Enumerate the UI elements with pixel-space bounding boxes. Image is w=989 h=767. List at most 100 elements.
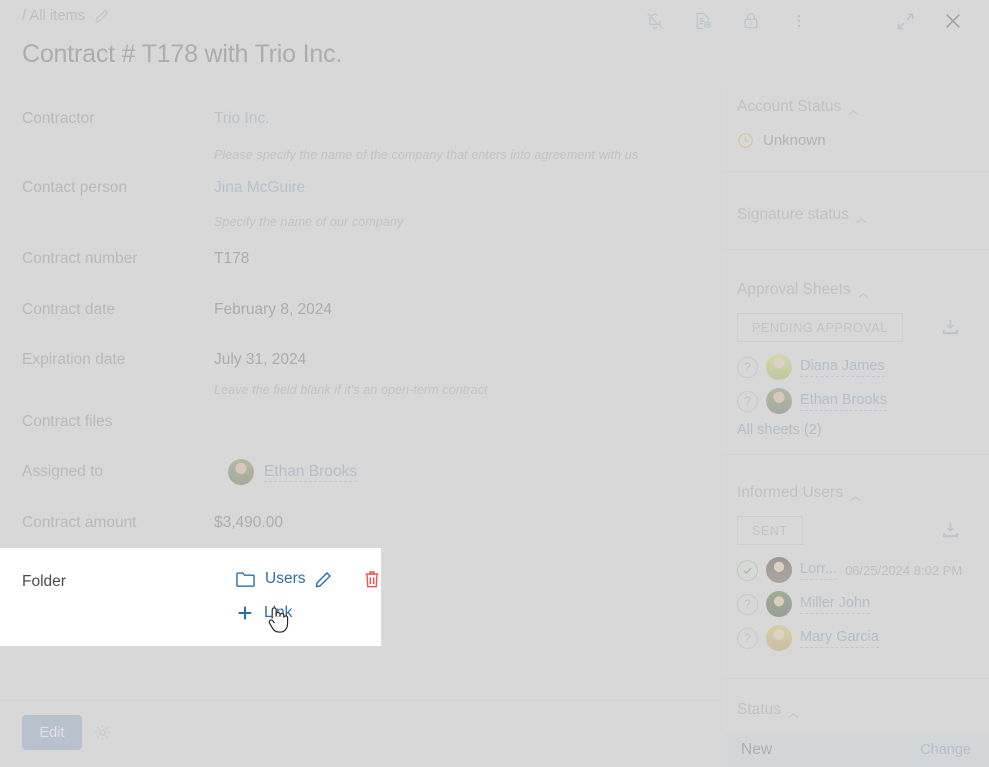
section-divider [723,171,989,172]
header-toolbar [631,4,977,38]
status-bar: New Change [723,733,989,767]
folder-field-popup: Folder Users Link [0,548,381,646]
breadcrumb[interactable]: / All items [22,8,110,24]
sidebar-panel: Account Status Unknown Signature status [723,86,989,767]
account-status-value: Unknown [763,132,826,149]
section-informed-users: Informed Users SENT Lorr... 06/25/2024 8… [723,484,989,651]
section-divider [723,454,989,455]
field-label: Contract date [22,301,116,318]
chevron-up-icon[interactable] [848,104,859,116]
field-hint: Please specify the name of the company t… [214,148,639,162]
field-label: Expiration date [22,351,126,368]
field-row-contract-files: Contract files [0,413,722,431]
avatar [766,388,792,414]
bell-off-icon[interactable] [631,4,679,38]
field-value-expiration-date[interactable]: July 31, 2024 [214,351,488,369]
field-label: Contract files [22,413,113,430]
edit-button[interactable]: Edit [22,715,82,750]
section-status: Status New Change [723,701,989,767]
approval-user-name[interactable]: Diana James [800,357,885,377]
approval-user-row[interactable]: ? Diana James [737,354,989,380]
section-divider [723,249,989,250]
footer-divider [0,700,722,701]
more-vertical-icon[interactable] [775,4,823,38]
section-approval-sheets: Approval Sheets PENDING APPROVAL ? Diana… [723,281,989,439]
clock-icon [737,132,754,149]
breadcrumb-label: / All items [22,8,86,24]
avatar [766,591,792,617]
informed-user-row[interactable]: ? Mary Garcia [737,625,989,651]
lock-icon[interactable] [727,4,775,38]
section-account-status: Account Status Unknown [723,98,989,149]
pencil-icon[interactable] [315,571,332,588]
chevron-up-icon[interactable] [858,287,869,299]
trash-icon[interactable] [364,570,380,588]
question-icon: ? [737,627,758,649]
section-header-status[interactable]: Status [737,701,989,719]
section-header-informed-users[interactable]: Informed Users [737,484,989,502]
avatar [766,557,792,583]
field-label: Contract number [22,250,138,267]
chevron-up-icon[interactable] [856,212,867,224]
field-row-contract-number: Contract number T178 [0,250,722,268]
avatar [766,354,792,380]
field-label: Assigned to [22,463,103,480]
folder-name-link[interactable]: Users [265,570,305,588]
field-value-contract-date[interactable]: February 8, 2024 [214,301,332,319]
field-row-contractor: Contractor Trio Inc. Please specify the … [0,110,722,162]
field-value-contractor[interactable]: Trio Inc. [214,110,638,128]
close-icon[interactable] [929,4,977,38]
informed-user-name[interactable]: Lorr... [800,560,838,580]
page-title: Contract # T178 with Trio Inc. [22,40,343,68]
avatar [228,459,254,485]
field-hint: Specify the name of our company [214,215,404,229]
document-add-icon[interactable] [679,4,727,38]
status-change-link[interactable]: Change [920,742,971,758]
section-header-account-status[interactable]: Account Status [737,98,989,116]
plus-icon [236,604,254,622]
question-icon: ? [737,390,758,412]
field-value-contract-amount[interactable]: $3,490.00 [214,514,283,532]
download-icon[interactable] [940,317,961,338]
field-label: Contact person [22,179,128,196]
chevron-up-icon[interactable] [788,707,799,719]
all-sheets-link[interactable]: All sheets (2) [737,422,822,438]
field-row-contract-amount: Contract amount $3,490.00 [0,514,722,532]
field-value-contact-person[interactable]: Jina McGuire [214,179,403,197]
approval-status-badge: PENDING APPROVAL [737,313,903,342]
field-value-assigned-to[interactable]: Ethan Brooks [264,462,358,483]
section-signature-status: Signature status [723,206,989,224]
download-icon[interactable] [940,520,961,541]
item-detail-window: / All items Contract # T178 with Trio In… [0,0,989,767]
field-label: Contractor [22,110,95,127]
expand-icon[interactable] [881,4,929,38]
field-value-contract-number[interactable]: T178 [214,250,249,268]
section-title: Account Status [737,98,842,115]
section-title: Status [737,701,781,718]
section-title: Informed Users [737,484,843,501]
status-value: New [741,741,773,758]
folder-icon [236,571,255,587]
folder-value-row: Users [236,570,380,588]
field-row-expiration-date: Expiration date July 31, 2024 Leave the … [0,351,722,397]
section-header-approval-sheets[interactable]: Approval Sheets [737,281,989,299]
gear-icon[interactable] [93,723,112,742]
section-divider [723,678,989,679]
section-title: Signature status [737,206,850,223]
chevron-up-icon[interactable] [850,490,861,502]
approval-user-name[interactable]: Ethan Brooks [800,391,888,411]
informed-user-row[interactable]: ? Miller John [737,591,989,617]
pointer-hand-cursor [266,604,292,636]
item-fields-panel: Contractor Trio Inc. Please specify the … [0,86,722,765]
section-header-signature-status[interactable]: Signature status [737,206,989,224]
avatar [766,625,792,651]
section-title: Approval Sheets [737,281,851,298]
assigned-user[interactable]: Ethan Brooks [228,459,358,485]
approval-user-row[interactable]: ? Ethan Brooks [737,388,989,414]
pencil-icon[interactable] [94,8,110,24]
informed-user-name[interactable]: Mary Garcia [800,628,879,648]
informed-user-row[interactable]: Lorr... 06/25/2024 8:02 PM [737,557,989,583]
check-icon [737,559,758,581]
informed-user-name[interactable]: Miller John [800,594,871,614]
question-icon: ? [737,356,758,378]
